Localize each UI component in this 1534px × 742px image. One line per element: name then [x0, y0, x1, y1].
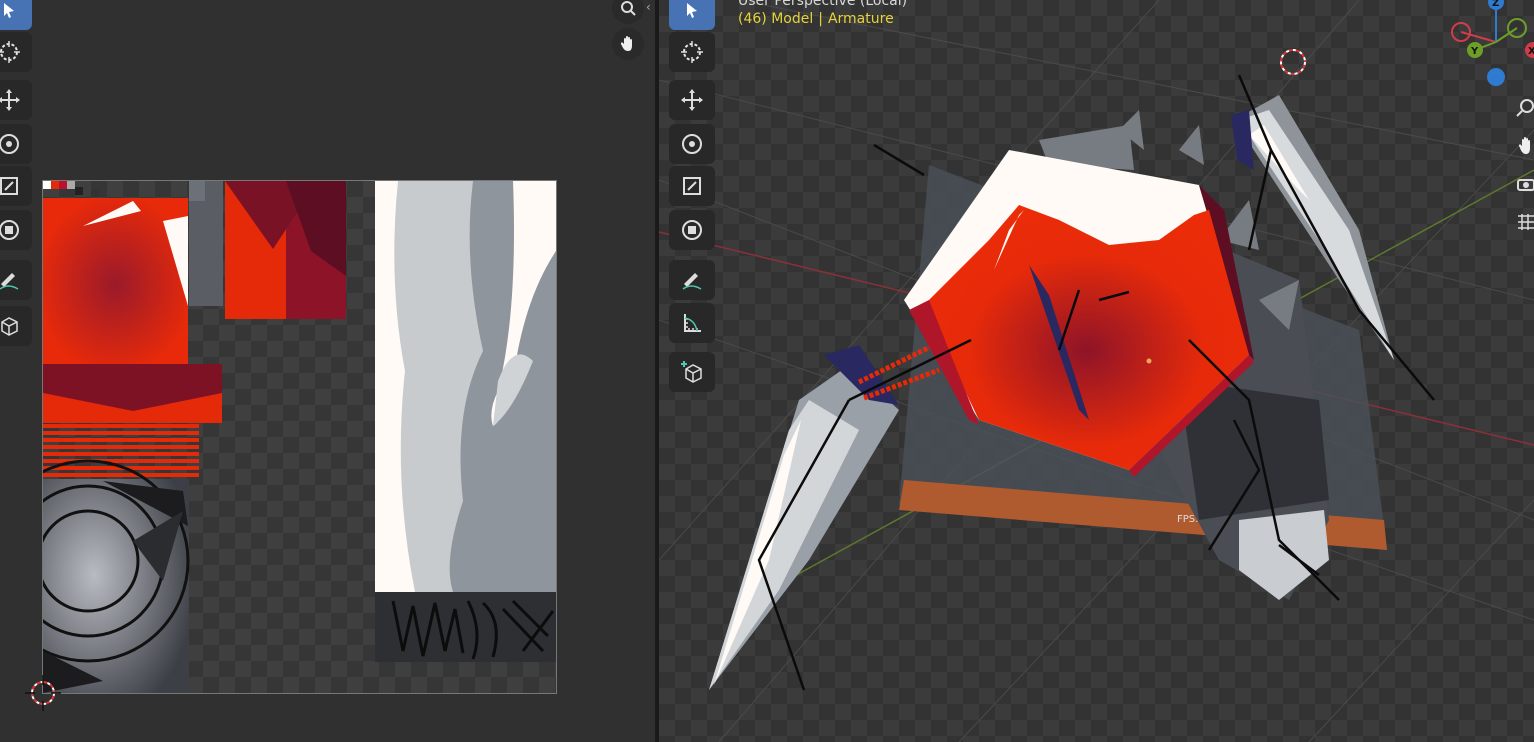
rotate-tool[interactable] — [0, 124, 32, 164]
scene-render: FPS: 60 Y Z X — [659, 0, 1534, 742]
2d-cursor-icon — [25, 675, 61, 711]
select-box-tool[interactable] — [669, 0, 715, 30]
move-arrows-icon — [681, 89, 703, 111]
transform-tool[interactable] — [669, 210, 715, 250]
gizmo-z-label: Z — [1492, 0, 1499, 9]
frame-object-label: (46) Model — [738, 11, 814, 27]
zoom-view-button[interactable] — [1514, 96, 1534, 124]
uv-editor: ‹ — [0, 0, 655, 742]
uv-texture-art — [43, 181, 556, 693]
header-separator: | — [818, 11, 823, 27]
select-cursor-icon — [4, 3, 14, 18]
move-tool[interactable] — [669, 80, 715, 120]
rotate-icon — [682, 134, 702, 154]
zoom-icon — [1516, 99, 1534, 117]
camera-icon — [1517, 179, 1534, 191]
rotate-icon — [0, 134, 19, 154]
move-tool[interactable] — [0, 80, 32, 120]
transform-icon — [682, 220, 702, 240]
hand-icon — [1518, 137, 1530, 154]
rotate-tool[interactable] — [669, 124, 715, 164]
3d-cursor-icon — [0, 41, 20, 63]
camera-view-button[interactable] — [1516, 172, 1534, 200]
perspective-label: User Perspective (Local) — [738, 0, 908, 9]
pan-view-button[interactable] — [1514, 134, 1534, 162]
scale-icon — [683, 177, 701, 195]
armature-label: Armature — [827, 11, 894, 27]
3d-cursor-icon — [681, 41, 703, 63]
zoom-view-button[interactable] — [612, 0, 644, 24]
texture-image[interactable] — [42, 180, 557, 694]
transform-tool[interactable] — [0, 210, 32, 250]
gizmo-x-label: X — [1528, 46, 1534, 57]
cube-outline-icon — [1, 317, 18, 336]
measure-tool[interactable] — [669, 303, 715, 343]
collapse-sidebar-icon[interactable]: ‹ — [646, 0, 655, 14]
transform-icon — [0, 220, 19, 240]
pencil-icon — [0, 273, 19, 290]
grid-icon — [1518, 214, 1534, 230]
pan-view-button[interactable] — [612, 28, 644, 60]
add-cube-tool[interactable] — [669, 352, 715, 392]
move-arrows-icon — [0, 89, 20, 111]
ruler-icon — [684, 314, 701, 332]
hand-icon — [620, 36, 632, 51]
rip-region-tool[interactable] — [0, 306, 32, 346]
zoom-icon — [621, 1, 636, 16]
scale-tool[interactable] — [0, 166, 32, 206]
cursor-tool[interactable] — [0, 32, 32, 72]
3d-viewport[interactable]: FPS: 60 Y Z X User Perspective (Local) (… — [659, 0, 1534, 742]
select-box-tool[interactable] — [0, 0, 32, 30]
annotate-tool[interactable] — [0, 260, 32, 300]
pencil-icon — [682, 273, 702, 290]
toggle-ortho-button[interactable] — [1516, 210, 1534, 238]
cursor-tool[interactable] — [669, 32, 715, 72]
viewport-header-text: User Perspective (Local) (46) Model | Arma… — [738, 0, 907, 28]
gizmo-y-label: Y — [1470, 46, 1479, 57]
scale-icon — [0, 177, 18, 195]
annotate-tool[interactable] — [669, 260, 715, 300]
add-cube-icon — [681, 361, 702, 383]
select-cursor-icon — [687, 3, 697, 18]
scale-tool[interactable] — [669, 166, 715, 206]
